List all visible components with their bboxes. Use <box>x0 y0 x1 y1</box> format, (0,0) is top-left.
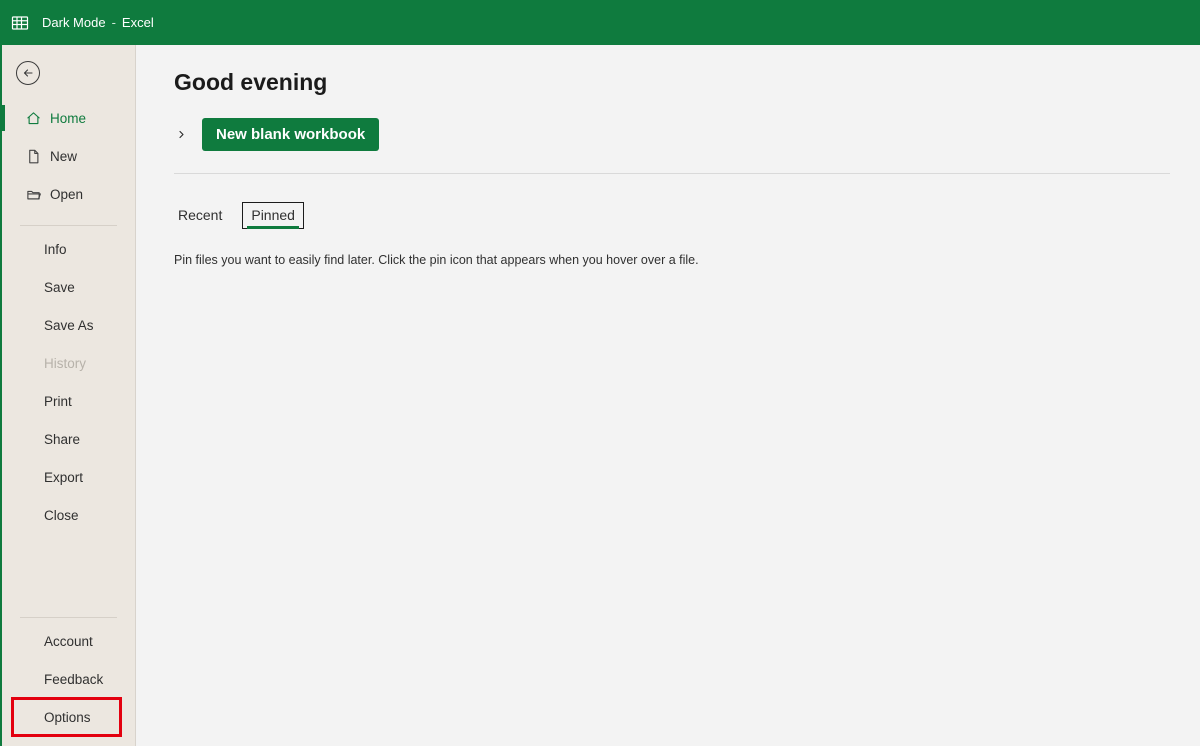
sidebar-item-label: Share <box>44 432 80 447</box>
excel-icon <box>10 13 30 33</box>
tabs: Recent Pinned <box>174 202 1170 229</box>
sidebar-item-save-as[interactable]: Save As <box>2 306 135 344</box>
sidebar: Home New Open <box>2 45 136 746</box>
sidebar-item-label: Options <box>44 710 91 725</box>
title-separator: - <box>112 15 116 30</box>
sidebar-item-options[interactable]: Options <box>2 698 135 736</box>
sidebar-item-account[interactable]: Account <box>2 622 135 660</box>
page-title: Good evening <box>174 69 1170 96</box>
empty-state-message: Pin files you want to easily find later.… <box>174 253 1170 267</box>
sidebar-item-label: Account <box>44 634 93 649</box>
main-content: Good evening New blank workbook Recent P… <box>136 45 1200 746</box>
app-name: Excel <box>122 15 154 30</box>
sidebar-item-label: Print <box>44 394 72 409</box>
sidebar-item-label: New <box>50 149 77 164</box>
back-button[interactable] <box>16 61 40 85</box>
sidebar-item-home[interactable]: Home <box>2 99 135 137</box>
sidebar-item-label: Save As <box>44 318 94 333</box>
sidebar-item-share[interactable]: Share <box>2 420 135 458</box>
titlebar: Dark Mode - Excel <box>0 0 1200 45</box>
sidebar-item-info[interactable]: Info <box>2 230 135 268</box>
sidebar-item-new[interactable]: New <box>2 137 135 175</box>
sidebar-item-feedback[interactable]: Feedback <box>2 660 135 698</box>
sidebar-divider <box>20 225 117 226</box>
chevron-right-icon[interactable] <box>174 128 188 142</box>
folder-open-icon <box>24 187 42 202</box>
home-icon <box>24 111 42 126</box>
sidebar-item-label: Export <box>44 470 83 485</box>
sidebar-item-history: History <box>2 344 135 382</box>
tab-recent[interactable]: Recent <box>174 202 226 229</box>
sidebar-item-label: Close <box>44 508 79 523</box>
tab-pinned[interactable]: Pinned <box>242 202 304 229</box>
sidebar-divider <box>20 617 117 618</box>
new-blank-workbook-button[interactable]: New blank workbook <box>202 118 379 151</box>
sidebar-item-print[interactable]: Print <box>2 382 135 420</box>
sidebar-item-export[interactable]: Export <box>2 458 135 496</box>
sidebar-item-label: History <box>44 356 86 371</box>
document-title: Dark Mode <box>42 15 106 30</box>
sidebar-item-label: Save <box>44 280 75 295</box>
new-row: New blank workbook <box>174 118 1170 174</box>
sidebar-item-open[interactable]: Open <box>2 175 135 213</box>
file-icon <box>24 149 42 164</box>
sidebar-item-label: Home <box>50 111 86 126</box>
sidebar-item-close[interactable]: Close <box>2 496 135 534</box>
sidebar-item-label: Open <box>50 187 83 202</box>
sidebar-item-label: Feedback <box>44 672 103 687</box>
sidebar-item-save[interactable]: Save <box>2 268 135 306</box>
sidebar-item-label: Info <box>44 242 67 257</box>
